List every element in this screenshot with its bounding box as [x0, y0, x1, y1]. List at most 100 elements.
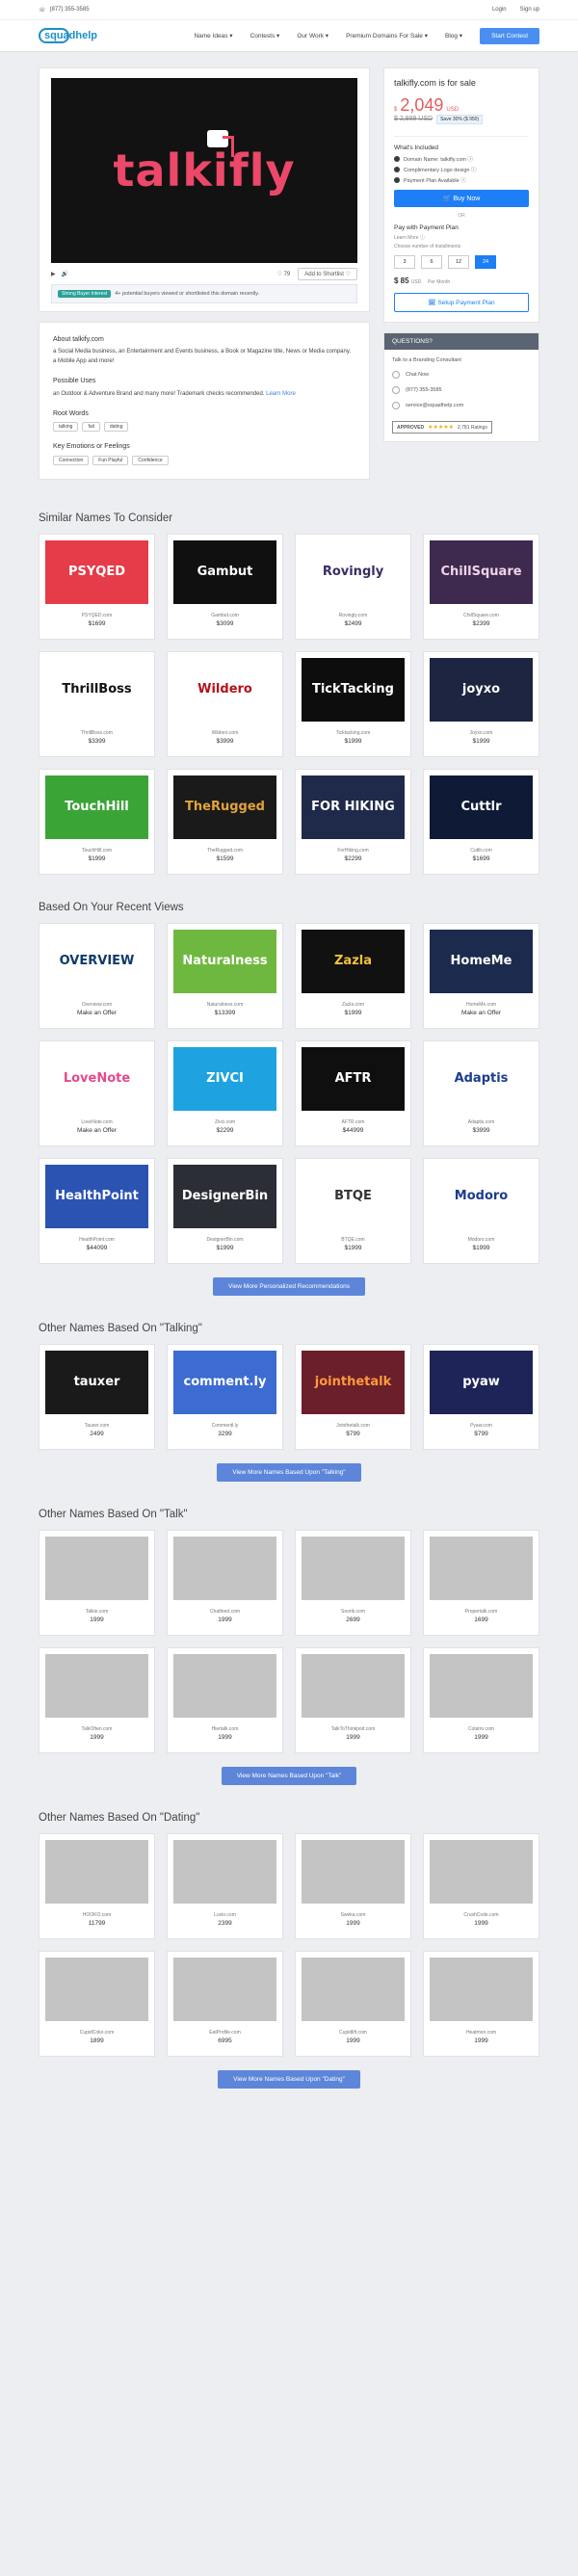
domain-tile[interactable]: comment.ly Commentl.ly 3299 [167, 1343, 283, 1450]
domain-logo: Gambut [173, 539, 276, 604]
installment-option[interactable]: 12 [448, 255, 469, 269]
domain-tile[interactable]: Soorik.com 2699 [295, 1529, 411, 1636]
phone[interactable]: ☏ (877) 355-3585 [39, 7, 90, 13]
installment-option[interactable]: 3 [394, 255, 415, 269]
payment-plan-learn-more[interactable]: Learn More ⓘ [394, 234, 529, 241]
emotion-tag[interactable]: Confidence [132, 455, 169, 465]
view-more-button[interactable]: View More Names Based Upon "Talk" [221, 1766, 357, 1785]
view-more-button[interactable]: View More Names Based Upon "Dating" [218, 2069, 360, 2089]
email-link[interactable]: service@squadhelp.com [392, 402, 531, 409]
domain-tile[interactable]: TheRugged TheRugged.com $1599 [167, 768, 283, 875]
domain-tile[interactable]: BTQE BTQE.com $1999 [295, 1157, 411, 1264]
emotion-tag[interactable]: Fun Playful [92, 455, 129, 465]
view-more-button[interactable]: View More Names Based Upon "Talking" [217, 1462, 361, 1482]
start-contest-button[interactable]: Start Contest [480, 27, 539, 44]
domain-tile[interactable]: OVERVIEW Overview.com Make an Offer [39, 922, 155, 1029]
domain-tile[interactable]: Wildero Wildero.com $3999 [167, 650, 283, 757]
domain-price: $1999 [344, 1009, 362, 1016]
domain-tile[interactable]: TalkOften.com 1999 [39, 1646, 155, 1753]
domain-tile[interactable]: HealthPoint HealthPoint.com $44099 [39, 1157, 155, 1264]
nav-item-contests[interactable]: Contests ▾ [250, 32, 280, 39]
domain-logo: LoveNote [45, 1046, 148, 1111]
domain-tile[interactable]: Zazla Zazla.com $1999 [295, 922, 411, 1029]
domain-logo: TheRugged [173, 775, 276, 839]
root-word-tag[interactable]: talking [53, 422, 79, 433]
domain-tile[interactable]: Hiertalk.com 1999 [167, 1646, 283, 1753]
domain-tile[interactable]: pyaw Pyaw.com $799 [423, 1343, 539, 1450]
login-link[interactable]: Login [492, 7, 507, 13]
domain-logo: Cuttlr [430, 775, 533, 839]
monthly-unit: USD [410, 279, 422, 285]
domain-tile[interactable]: EatProfile.com 6995 [167, 1950, 283, 2057]
domain-tile[interactable]: ZIVCI Zivci.com $2299 [167, 1039, 283, 1146]
domain-tile[interactable]: Sweka.com 1999 [295, 1832, 411, 1939]
domain-tile[interactable]: Colatro.com 1999 [423, 1646, 539, 1753]
domain-tile[interactable]: FOR HIKING ForHiking.com $2299 [295, 768, 411, 875]
domain-tile[interactable]: Propertalk.com 1699 [423, 1529, 539, 1636]
domain-tile[interactable]: Gambut Gambut.com $3099 [167, 533, 283, 640]
nav-item-blog[interactable]: Blog ▾ [445, 32, 462, 39]
domain-price: $1699 [88, 619, 106, 627]
talking-section: Other Names Based On "Talking" tauxer Tau… [39, 1323, 539, 1482]
domain-tile[interactable]: Heatmon.com 1999 [423, 1950, 539, 2057]
domain-tile[interactable]: Cuttlr Cuttlr.com $1699 [423, 768, 539, 875]
domain-tile[interactable]: joyxo Joyxo.com $1999 [423, 650, 539, 757]
setup-payment-plan-button[interactable]: 🗓 Setup Payment Plan [394, 293, 529, 312]
domain-tile[interactable]: ChillSquare ChillSquare.com $2399 [423, 533, 539, 640]
signup-link[interactable]: Sign up [520, 7, 539, 13]
domain-name: Pyaw.com [470, 1422, 492, 1429]
domain-tile[interactable]: Cupidlift.com 1999 [295, 1950, 411, 2057]
domain-name: BTQE.com [341, 1236, 365, 1243]
chat-now-link[interactable]: Chat Now [392, 371, 531, 379]
view-more-button[interactable]: View More Personalized Recommendations [213, 1276, 365, 1296]
add-to-shortlist-button[interactable]: Add to Shortlist ♡ [298, 267, 357, 280]
domain-tile[interactable]: PSYQED PSYQED.com $1699 [39, 533, 155, 640]
tile-grid: HOOKO.com 11799 Luvio.com 2399 Sweka.com 1999… [39, 1832, 539, 2057]
domain-tile[interactable]: Adaptis Adaptis.com $3999 [423, 1039, 539, 1146]
like-count[interactable]: ♡ 79 [277, 271, 291, 277]
questions-sub: Talk to a Branding Consultant [392, 357, 461, 363]
play-icon[interactable]: ▶ [51, 271, 56, 277]
phone-link[interactable]: (877) 355-3585 [392, 386, 531, 394]
domain-tile[interactable]: HOOKO.com 11799 [39, 1832, 155, 1939]
domain-tile[interactable]: tauxer Tauxer.com 2499 [39, 1343, 155, 1450]
domain-tile[interactable]: Rovingly Rovingly.com $2499 [295, 533, 411, 640]
shopper-approved-badge[interactable]: APPROVED ★★★★★ 2,781 Ratings [392, 421, 492, 434]
domain-name: Commentl.ly [211, 1422, 239, 1429]
domain-tile[interactable]: LoveNote LoveNote.com Make an Offer [39, 1039, 155, 1146]
nav-item-name-ideas[interactable]: Name Ideas ▾ [194, 32, 232, 39]
domain-tile[interactable]: ThrillBoss ThrillBoss.com $3399 [39, 650, 155, 757]
domain-name: Talkie.com [85, 1608, 109, 1615]
domain-tile[interactable]: TouchHill TouchHill.com $1999 [39, 768, 155, 875]
domain-price: 1999 [346, 2037, 360, 2044]
buy-now-button[interactable]: 🛒 Buy Now [394, 190, 529, 207]
domain-tile[interactable]: HomeMe HomeMe.com Make an Offer [423, 922, 539, 1029]
domain-price: 11799 [88, 1919, 106, 1927]
emotion-tag[interactable]: Connection [53, 455, 90, 465]
domain-tile[interactable]: TickTacking Ticktacking.com $1999 [295, 650, 411, 757]
installment-option-selected[interactable]: 24 [475, 255, 496, 269]
domain-tile[interactable]: Talkie.com 1999 [39, 1529, 155, 1636]
domain-tile[interactable]: CupidCoko.com 1899 [39, 1950, 155, 2057]
learn-more-link[interactable]: Learn More [266, 391, 296, 397]
domain-tile[interactable]: TalkToThinkpod.com 1999 [295, 1646, 411, 1753]
domain-tile[interactable]: Luvio.com 2399 [167, 1832, 283, 1939]
installment-option[interactable]: 6 [421, 255, 442, 269]
volume-icon[interactable]: 🔊 [62, 271, 68, 277]
installments-label: Choose number of Installments [394, 244, 461, 250]
root-word-tag[interactable]: dating [103, 422, 129, 433]
domain-tile[interactable]: DesignerBin DesignerBin.com $1999 [167, 1157, 283, 1264]
domain-tile[interactable]: CrushCode.com 1999 [423, 1832, 539, 1939]
domain-tile[interactable]: AFTR AFTR.com $44999 [295, 1039, 411, 1146]
domain-logo: Adaptis [430, 1046, 533, 1111]
domain-tile[interactable]: Chatfeed.com 1999 [167, 1529, 283, 1636]
domain-name: Soorik.com [340, 1608, 365, 1615]
nav-item-our-work[interactable]: Our Work ▾ [297, 32, 328, 39]
domain-tile[interactable]: Modoro Modoro.com $1999 [423, 1157, 539, 1264]
domain-name: LoveNote.com [81, 1118, 113, 1125]
domain-tile[interactable]: Naturalness Naturalness.com $13399 [167, 922, 283, 1029]
logo[interactable]: squadhelp [39, 28, 97, 43]
domain-tile[interactable]: jointhetalk Jointhetalk.com $799 [295, 1343, 411, 1450]
root-word-tag[interactable]: fail [82, 422, 100, 433]
nav-item-premium-domains[interactable]: Premium Domains For Sale ▾ [346, 32, 428, 39]
